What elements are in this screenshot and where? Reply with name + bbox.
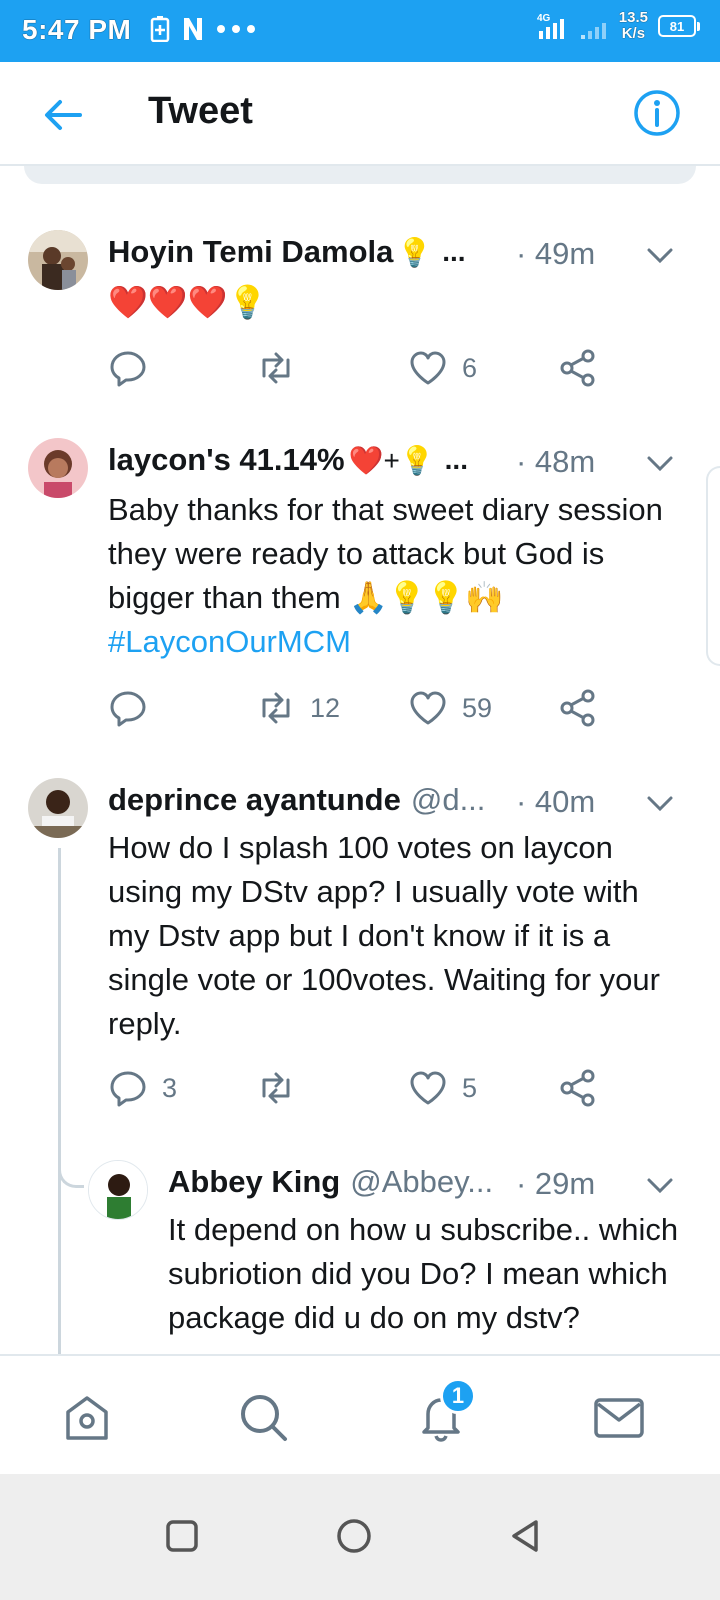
tweet-time: · 48m	[516, 444, 596, 479]
like-button[interactable]: 59	[408, 688, 492, 728]
tweet-actions: 3 5	[108, 1068, 668, 1112]
avatar[interactable]	[28, 230, 88, 290]
tweet-actions: 12 59	[108, 688, 668, 732]
like-button[interactable]: 5	[408, 1068, 477, 1108]
app-header: Tweet	[0, 62, 720, 166]
share-icon	[560, 349, 595, 387]
chevron-down-icon[interactable]	[646, 454, 674, 474]
battery-saver-icon	[150, 16, 170, 42]
avatar[interactable]	[88, 1160, 148, 1220]
author-handle[interactable]: @Abbey...	[350, 1164, 493, 1200]
back-triangle-icon[interactable]	[506, 1516, 546, 1556]
signal-4g-icon: 4G	[537, 13, 564, 39]
info-icon[interactable]	[632, 88, 682, 138]
heart-icon	[410, 1071, 446, 1105]
reply-button[interactable]	[108, 688, 162, 728]
clock: 5:47 PM	[22, 14, 132, 45]
page-title: Tweet	[148, 90, 253, 132]
author-handle[interactable]: @d...	[411, 782, 486, 818]
reply-button[interactable]: 3	[108, 1068, 177, 1108]
notification-icons	[150, 16, 256, 42]
like-button[interactable]: 6	[408, 348, 477, 388]
avatar[interactable]	[28, 778, 88, 838]
tweet-text: ❤️❤️❤️💡	[108, 284, 268, 320]
more-dots-icon	[217, 25, 255, 33]
share-button[interactable]	[558, 688, 598, 728]
name-truncation: ...	[444, 444, 468, 475]
author-name[interactable]: Abbey King	[168, 1164, 340, 1200]
battery-icon: 81	[658, 15, 700, 37]
signal-bars-icon	[580, 23, 606, 39]
avatar[interactable]	[28, 438, 88, 498]
share-icon	[560, 689, 595, 727]
retweet-icon	[262, 352, 290, 384]
netflix-n-icon	[184, 18, 202, 40]
chevron-down-icon[interactable]	[646, 1176, 674, 1196]
retweet-icon	[262, 1072, 290, 1104]
tweet-text: Baby thanks for that sweet diary session…	[108, 492, 663, 659]
retweet-button[interactable]: 12	[256, 688, 340, 728]
system-navigation-bar	[0, 1474, 720, 1600]
messages-mail-icon[interactable]	[592, 1390, 646, 1444]
tweet-time: · 49m	[516, 236, 596, 271]
search-icon[interactable]	[236, 1390, 290, 1444]
tweet-actions: 6	[108, 348, 668, 392]
name-emoji: ❤️+💡	[348, 444, 435, 476]
back-arrow-icon[interactable]	[40, 92, 86, 138]
name-truncation: ...	[442, 236, 466, 267]
tweet-text: How do I splash 100 votes on laycon usin…	[108, 830, 660, 1041]
tweet-time: · 29m	[516, 1166, 596, 1201]
heart-icon	[410, 691, 446, 725]
notification-badge: 1	[440, 1378, 476, 1414]
retweet-button[interactable]	[256, 348, 310, 388]
reply-icon	[110, 691, 146, 727]
heart-icon	[410, 351, 446, 385]
scroll-handle[interactable]	[706, 466, 720, 666]
bottom-navigation: 1	[0, 1354, 720, 1474]
chevron-down-icon[interactable]	[646, 794, 674, 814]
hashtag-link[interactable]: #LayconOurMCM	[108, 624, 351, 659]
reply-button[interactable]	[108, 348, 162, 388]
share-icon	[560, 1069, 595, 1107]
reply-box-edge	[24, 166, 696, 184]
retweet-icon	[262, 692, 290, 724]
status-bar: 5:47 PM 4G 13.5 K/s 81	[0, 0, 720, 62]
tweet-time: · 40m	[516, 784, 596, 819]
retweet-button[interactable]	[256, 1068, 310, 1108]
share-button[interactable]	[558, 1068, 598, 1108]
network-speed: 13.5 K/s	[618, 9, 648, 42]
recent-apps-icon[interactable]	[162, 1516, 202, 1556]
author-name[interactable]: laycon's 41.14%	[108, 442, 345, 478]
tweet-text: It depend on how u subscribe.. which sub…	[168, 1212, 679, 1335]
share-button[interactable]	[558, 348, 598, 388]
tweet-item[interactable]: Abbey King @Abbey... · 29m It depend on …	[0, 1160, 720, 1354]
chevron-down-icon[interactable]	[646, 246, 674, 266]
reply-icon	[110, 351, 146, 387]
svg-text:4G: 4G	[537, 13, 551, 24]
author-name[interactable]: Hoyin Temi Damola	[108, 234, 393, 270]
home-circle-icon[interactable]	[334, 1516, 374, 1556]
home-icon[interactable]	[60, 1390, 114, 1444]
name-emoji: 💡	[397, 236, 433, 268]
author-name[interactable]: deprince ayantunde	[108, 782, 401, 818]
reply-icon	[110, 1071, 146, 1107]
